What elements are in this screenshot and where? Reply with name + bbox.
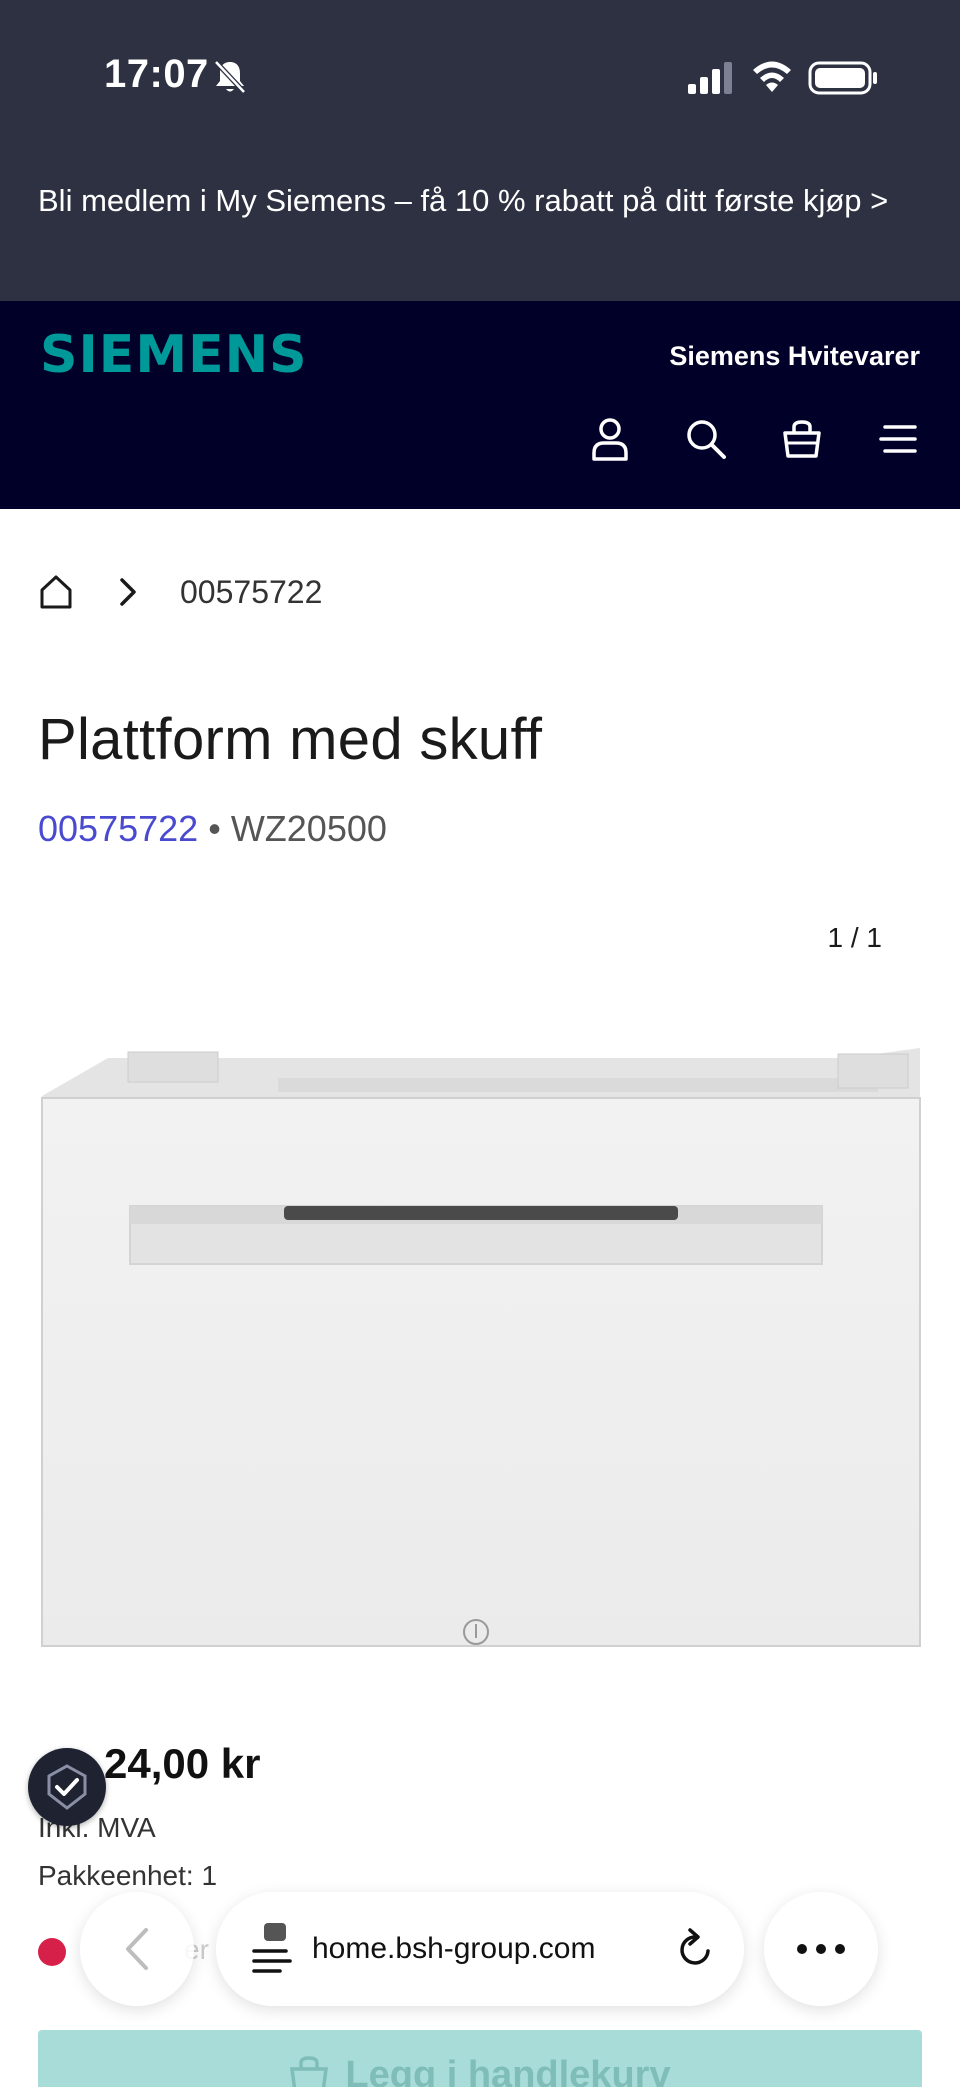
home-icon[interactable]	[38, 574, 74, 610]
browser-back-button[interactable]	[80, 1892, 194, 2006]
id-separator: •	[208, 808, 221, 849]
add-to-cart-label: Legg i handlekurv	[345, 2053, 671, 2087]
url-text[interactable]: home.bsh-group.com	[312, 1932, 674, 1966]
breadcrumb-current: 00575722	[180, 573, 323, 610]
basket-icon	[783, 420, 821, 458]
search-button[interactable]	[680, 413, 732, 465]
signal-icon	[688, 62, 732, 94]
wifi-icon	[753, 61, 791, 92]
user-icon	[592, 418, 628, 461]
search-icon	[687, 420, 726, 459]
page-title: Plattform med skuff	[38, 707, 543, 772]
menu-icon	[879, 425, 917, 453]
header-icons	[584, 413, 924, 465]
browser-more-button[interactable]	[764, 1892, 878, 2006]
battery-icon	[808, 61, 877, 95]
product-image[interactable]	[38, 1040, 922, 1650]
add-to-cart-button[interactable]: Legg i handlekurv	[38, 2030, 922, 2087]
part-number-link[interactable]: 00575722	[38, 808, 198, 849]
status-time: 17:07	[104, 52, 209, 96]
pack-unit: Pakkeenhet: 1	[38, 1860, 218, 1891]
header-tagline[interactable]: Siemens Hvitevarer	[669, 341, 920, 372]
reload-icon[interactable]	[674, 1927, 718, 1971]
more-icon	[797, 1944, 845, 1954]
account-button[interactable]	[584, 413, 636, 465]
gallery-counter: 1 / 1	[827, 922, 882, 953]
breadcrumb: 00575722	[38, 566, 322, 618]
status-bar: 17:07	[0, 0, 960, 160]
menu-button[interactable]	[872, 413, 924, 465]
reader-icon[interactable]	[250, 1921, 294, 1977]
back-icon	[126, 1928, 148, 1970]
trust-badge[interactable]	[28, 1748, 106, 1826]
model-number: WZ20500	[230, 808, 387, 849]
basket-button[interactable]	[776, 413, 828, 465]
check-shield-icon	[47, 1764, 87, 1810]
site-header: SIEMENS Siemens Hvitevarer	[0, 301, 960, 509]
url-bar[interactable]: home.bsh-group.com	[216, 1892, 744, 2006]
stock-status-dot	[38, 1938, 66, 1966]
promo-banner[interactable]: Bli medlem i My Siemens – få 10 % rabatt…	[0, 160, 960, 301]
siemens-logo[interactable]: SIEMENS	[40, 325, 308, 385]
chevron-right-icon	[120, 578, 136, 606]
bell-slash-icon	[214, 60, 246, 94]
product-ids: 00575722 • WZ20500	[38, 808, 387, 850]
basket-icon	[290, 2056, 329, 2087]
promo-text[interactable]: Bli medlem i My Siemens – få 10 % rabatt…	[38, 183, 888, 218]
